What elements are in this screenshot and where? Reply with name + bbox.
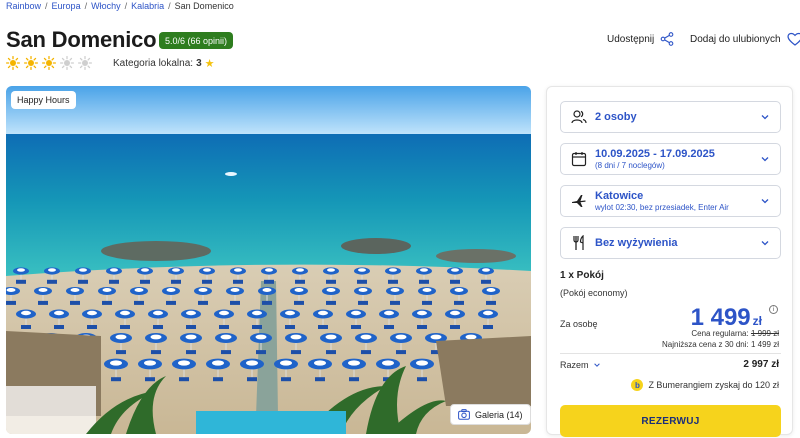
beach-image bbox=[6, 86, 531, 434]
calendar-icon bbox=[571, 152, 587, 167]
share-icon bbox=[660, 32, 674, 46]
share-label: Udostępnij bbox=[607, 33, 655, 45]
reserve-button[interactable]: REZERWUJ bbox=[560, 405, 781, 437]
lowest-price-30-days: Najniższa cena z 30 dni: 1 499 zł bbox=[662, 340, 779, 349]
board-select[interactable]: Bez wyżywienia bbox=[560, 227, 781, 259]
per-person-label: Za osobę bbox=[560, 319, 598, 329]
sun-icon bbox=[24, 56, 38, 70]
breadcrumb-separator: / bbox=[168, 1, 171, 11]
breadcrumb-separator: / bbox=[45, 1, 48, 11]
dates-select[interactable]: 10.09.2025 - 17.09.2025 (8 dni / 7 nocle… bbox=[560, 143, 781, 175]
regular-price: Cena regularna: 1 999 zł bbox=[691, 329, 779, 338]
gallery-button[interactable]: Galeria (14) bbox=[450, 404, 531, 425]
category-label: Kategoria lokalna: bbox=[113, 58, 194, 69]
total-label: Razem bbox=[560, 360, 589, 370]
chevron-down-icon bbox=[761, 157, 769, 162]
regular-price-value: 1 999 zł bbox=[750, 329, 779, 338]
sun-icon bbox=[6, 56, 20, 70]
price-currency: zł bbox=[752, 314, 762, 328]
total-value: 2 997 zł bbox=[743, 359, 779, 370]
total-toggle[interactable]: Razem bbox=[560, 360, 601, 370]
sun-icon bbox=[42, 56, 56, 70]
price-value: 1 499 bbox=[690, 304, 751, 331]
room-type: (Pokój economy) bbox=[560, 288, 628, 298]
persons-select[interactable]: 2 osoby bbox=[560, 101, 781, 133]
hotel-title: San Domenico bbox=[6, 27, 157, 52]
plane-icon bbox=[572, 195, 586, 207]
regular-price-label: Cena regularna: bbox=[691, 329, 749, 338]
camera-icon bbox=[458, 409, 470, 420]
chevron-down-icon bbox=[761, 115, 769, 120]
breadcrumb-current: San Domenico bbox=[174, 1, 234, 11]
cutlery-icon bbox=[573, 235, 584, 250]
favorites-label: Dodaj do ulubionych bbox=[690, 33, 781, 45]
departure-details: wylot 02:30, bez przesiadek, Enter Air bbox=[595, 203, 729, 212]
bumerang-icon: b bbox=[631, 379, 644, 391]
dates-value: 10.09.2025 - 17.09.2025 bbox=[595, 148, 715, 160]
chevron-down-icon bbox=[593, 363, 600, 367]
info-icon[interactable]: i bbox=[769, 305, 778, 314]
heart-icon bbox=[787, 32, 800, 46]
category-value: 3 bbox=[196, 58, 202, 69]
breadcrumb-link-kalabria[interactable]: Kalabria bbox=[131, 1, 164, 11]
breadcrumb: Rainbow / Europa / Włochy / Kalabria / S… bbox=[6, 1, 234, 11]
bumerang-text: Z Bumerangiem zyskaj do 120 zł bbox=[648, 380, 779, 390]
price-per-person: 1 499 zł bbox=[691, 304, 762, 332]
room-count: 1 x Pokój bbox=[560, 270, 604, 281]
bumerang-promo: b Z Bumerangiem zyskaj do 120 zł bbox=[631, 379, 779, 391]
add-to-favorites-button[interactable]: Dodaj do ulubionych bbox=[690, 32, 800, 46]
breadcrumb-link-wlochy[interactable]: Włochy bbox=[91, 1, 121, 11]
happy-hours-badge: Happy Hours bbox=[11, 91, 76, 109]
sun-icon bbox=[78, 56, 92, 70]
hotel-photo[interactable] bbox=[6, 86, 531, 434]
booking-panel: 2 osoby 10.09.2025 - 17.09.2025 (8 dni /… bbox=[546, 86, 793, 437]
share-button[interactable]: Udostępnij bbox=[607, 32, 674, 46]
rating-badge[interactable]: 5.0/6 (66 opinii) bbox=[159, 32, 234, 49]
dates-duration: (8 dni / 7 noclegów) bbox=[595, 161, 665, 170]
divider bbox=[560, 353, 781, 354]
local-category: Kategoria lokalna: 3 ★ bbox=[113, 57, 215, 70]
chevron-down-icon bbox=[761, 199, 769, 204]
departure-select[interactable]: Katowice wylot 02:30, bez przesiadek, En… bbox=[560, 185, 781, 217]
sun-icon bbox=[60, 56, 74, 70]
departure-city: Katowice bbox=[595, 190, 644, 202]
gallery-label: Galeria (14) bbox=[475, 409, 523, 420]
breadcrumb-separator: / bbox=[124, 1, 128, 11]
chevron-down-icon bbox=[761, 241, 769, 246]
breadcrumb-link-rainbow[interactable]: Rainbow bbox=[6, 1, 41, 11]
breadcrumb-separator: / bbox=[84, 1, 88, 11]
persons-icon bbox=[571, 110, 587, 124]
persons-value: 2 osoby bbox=[595, 111, 637, 123]
sun-rating bbox=[6, 56, 92, 70]
breadcrumb-link-europa[interactable]: Europa bbox=[52, 1, 81, 11]
star-icon: ★ bbox=[204, 58, 215, 70]
board-value: Bez wyżywienia bbox=[595, 237, 678, 249]
